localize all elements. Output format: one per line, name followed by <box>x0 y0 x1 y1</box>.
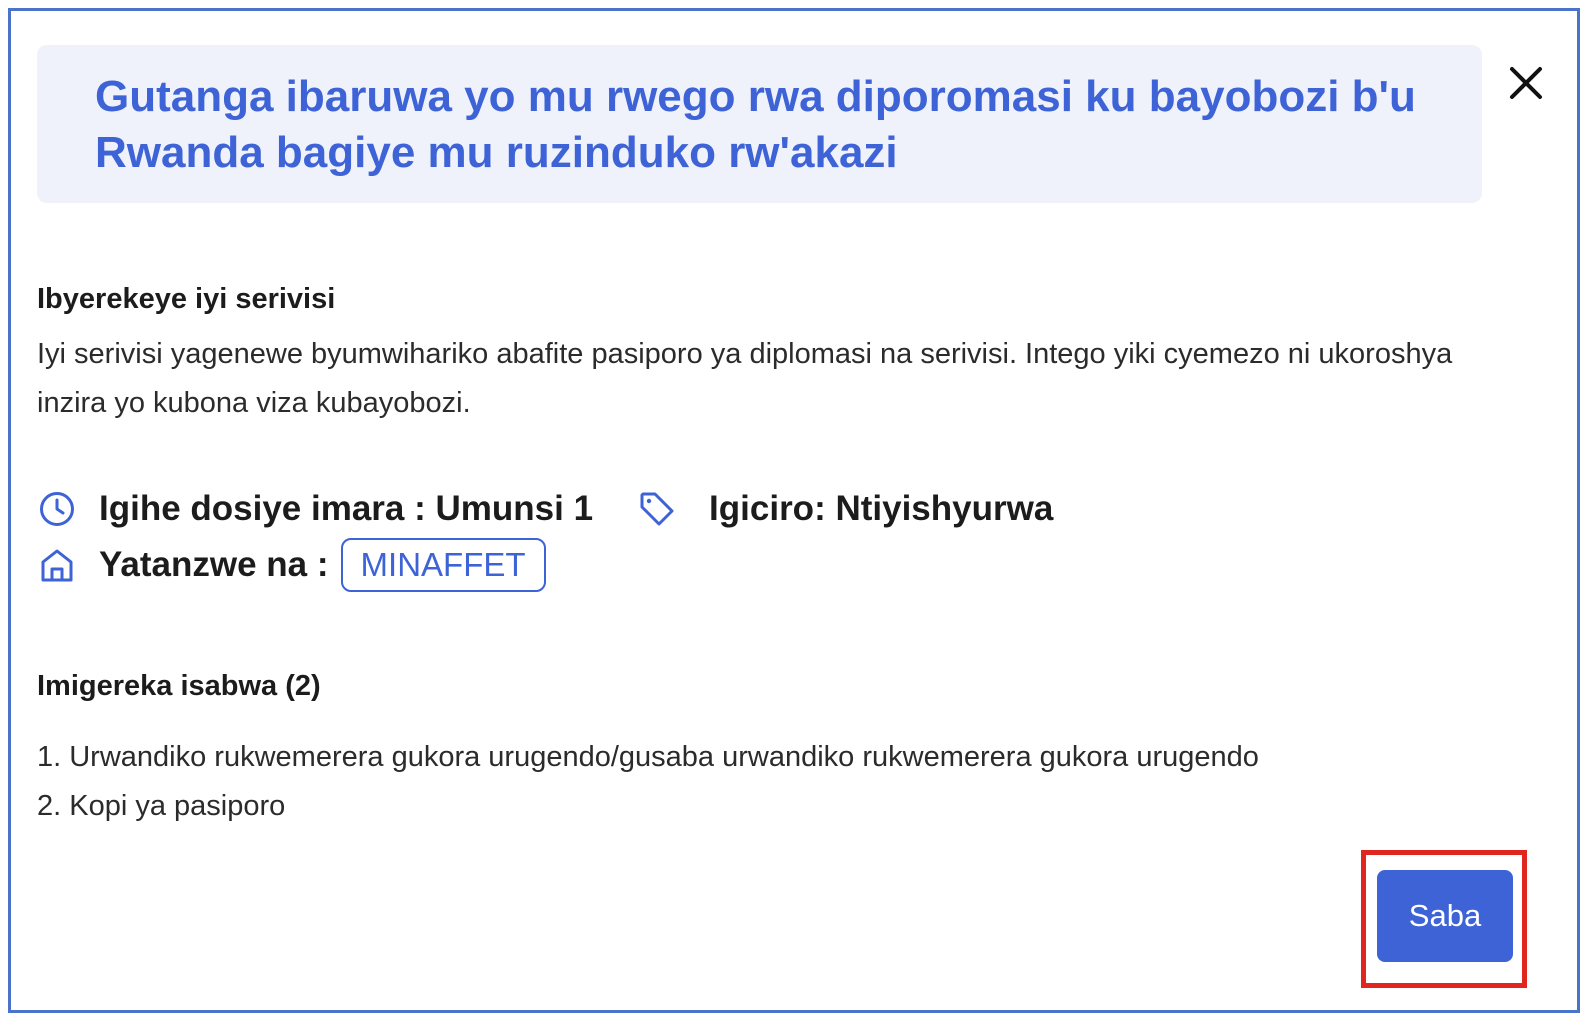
close-button[interactable] <box>1501 58 1551 108</box>
home-icon <box>37 545 77 585</box>
meta-row-duration-price: Igihe dosiye imara : Umunsi 1 Igiciro: N… <box>37 481 1053 537</box>
close-icon <box>1510 67 1542 99</box>
service-modal: Gutanga ibaruwa yo mu rwego rwa diporoma… <box>8 8 1580 1013</box>
requirement-item: 2. Kopi ya pasiporo <box>37 790 286 822</box>
requirement-item: 1. Urwandiko rukwemerera gukora urugendo… <box>37 741 1259 773</box>
price-text: Igiciro: Ntiyishyurwa <box>709 489 1054 528</box>
about-heading: Ibyerekeye iyi serivisi <box>37 283 336 315</box>
about-text: Iyi serivisi yagenewe byumwihariko abafi… <box>37 338 1453 419</box>
modal-title: Gutanga ibaruwa yo mu rwego rwa diporoma… <box>95 72 1416 177</box>
duration-text: Igihe dosiye imara : Umunsi 1 <box>99 489 594 528</box>
meta-row-provider: Yatanzwe na : MINAFFET <box>37 535 546 595</box>
requirements-heading: Imigereka isabwa (2) <box>37 670 321 702</box>
clock-icon <box>37 489 77 529</box>
tag-icon <box>637 489 677 529</box>
provider-label: Yatanzwe na : <box>99 545 329 584</box>
requirements-list: 1. Urwandiko rukwemerera gukora urugendo… <box>37 733 1259 831</box>
provider-badge: MINAFFET <box>340 538 546 592</box>
submit-button[interactable]: Saba <box>1377 870 1513 962</box>
title-banner: Gutanga ibaruwa yo mu rwego rwa diporoma… <box>37 45 1482 203</box>
